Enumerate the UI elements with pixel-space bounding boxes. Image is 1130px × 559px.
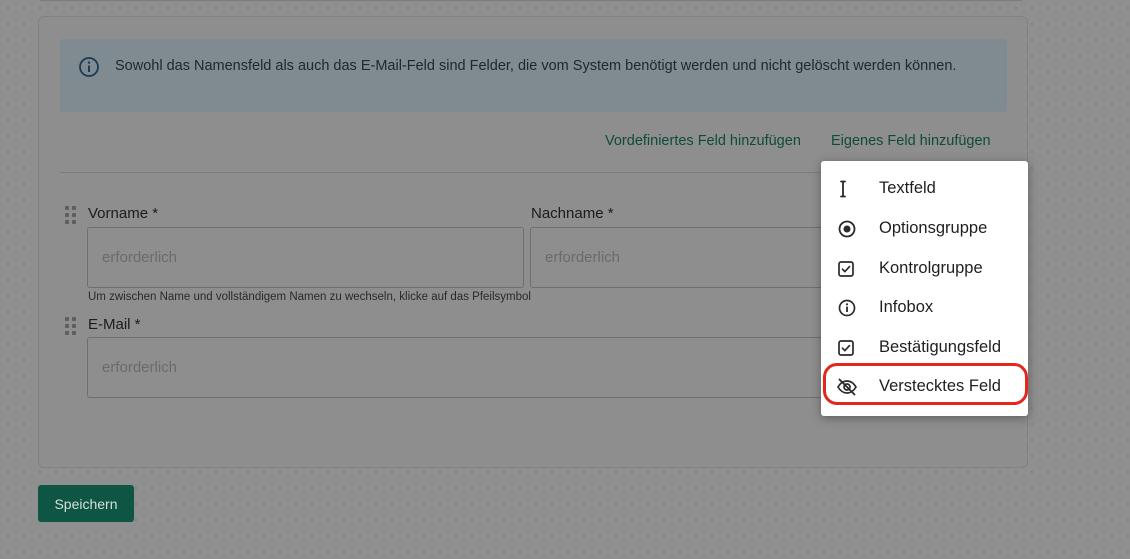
last-name-label: Nachname * bbox=[531, 205, 614, 222]
menu-item-label: Optionsgruppe bbox=[879, 219, 988, 237]
drag-handle-icon[interactable] bbox=[65, 317, 77, 335]
menu-item-confirmation-field[interactable]: Bestätigungsfeld bbox=[821, 330, 1028, 366]
eye-off-icon bbox=[836, 377, 857, 397]
info-banner-text: Sowohl das Namensfeld als auch das E-Mai… bbox=[115, 58, 957, 74]
email-label: E-Mail * bbox=[88, 316, 141, 333]
menu-item-label: Textfeld bbox=[879, 179, 936, 197]
radio-button-icon bbox=[836, 219, 856, 239]
add-custom-field-menu: Textfeld Optionsgruppe Kontrolgruppe Inf… bbox=[821, 161, 1028, 416]
menu-item-option-group[interactable]: Optionsgruppe bbox=[821, 211, 1028, 247]
email-input[interactable] bbox=[87, 337, 830, 398]
menu-item-label: Bestätigungsfeld bbox=[879, 338, 1002, 356]
last-name-input[interactable] bbox=[530, 227, 830, 288]
first-name-input[interactable] bbox=[87, 227, 524, 288]
drag-handle-icon[interactable] bbox=[65, 206, 77, 224]
checkbox-icon bbox=[836, 338, 856, 358]
menu-item-control-group[interactable]: Kontrolgruppe bbox=[821, 251, 1028, 287]
checkbox-icon bbox=[836, 259, 856, 279]
top-divider bbox=[40, 0, 1022, 1]
save-button[interactable]: Speichern bbox=[38, 485, 134, 522]
menu-item-infobox[interactable]: Infobox bbox=[821, 290, 1028, 326]
text-cursor-icon bbox=[836, 179, 856, 199]
menu-item-label: Verstecktes Feld bbox=[879, 377, 1001, 395]
menu-item-textfield[interactable]: Textfeld bbox=[821, 171, 1028, 207]
menu-item-hidden-field[interactable]: Verstecktes Feld bbox=[821, 369, 1028, 405]
first-name-label: Vorname * bbox=[88, 205, 159, 222]
info-circle-icon bbox=[78, 56, 100, 78]
info-icon bbox=[836, 298, 856, 318]
add-custom-field-link[interactable]: Eigenes Feld hinzufügen bbox=[831, 133, 991, 149]
menu-item-label: Infobox bbox=[879, 298, 934, 316]
info-banner: Sowohl das Namensfeld als auch das E-Mai… bbox=[60, 39, 1007, 112]
menu-item-label: Kontrolgruppe bbox=[879, 259, 983, 277]
name-hint: Um zwischen Name und vollständigem Namen… bbox=[88, 291, 531, 303]
add-predefined-field-link[interactable]: Vordefiniertes Feld hinzufügen bbox=[605, 133, 801, 149]
